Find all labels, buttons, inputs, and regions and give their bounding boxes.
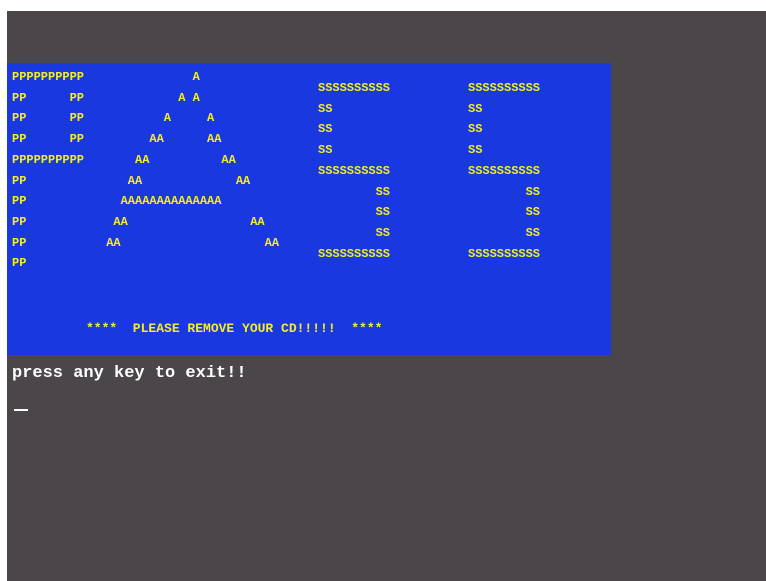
- ascii-letter-s-first: SSSSSSSSSS SS SS SS SSSSSSSSSS SS SS SS …: [318, 81, 391, 261]
- ascii-letter-s-second: SSSSSSSSSS SS SS SS SSSSSSSSSS SS SS SS …: [468, 81, 541, 261]
- ascii-letter-a: A A A A A AA AA AA AA AA AA AAAAAAAAAAAA…: [106, 70, 280, 250]
- remove-cd-message: **** PLEASE REMOVE YOUR CD!!!!! ****: [86, 321, 383, 336]
- text-cursor: [14, 409, 28, 411]
- console-screen: PPPPPPPPPP PP PP PP PP PP PP PPPPPPPPPP …: [7, 11, 766, 581]
- ascii-banner: PPPPPPPPPP PP PP PP PP PP PP PPPPPPPPPP …: [7, 63, 611, 355]
- ascii-letter-p: PPPPPPPPPP PP PP PP PP PP PP PPPPPPPPPP …: [12, 70, 85, 271]
- exit-prompt: press any key to exit!!: [12, 364, 247, 383]
